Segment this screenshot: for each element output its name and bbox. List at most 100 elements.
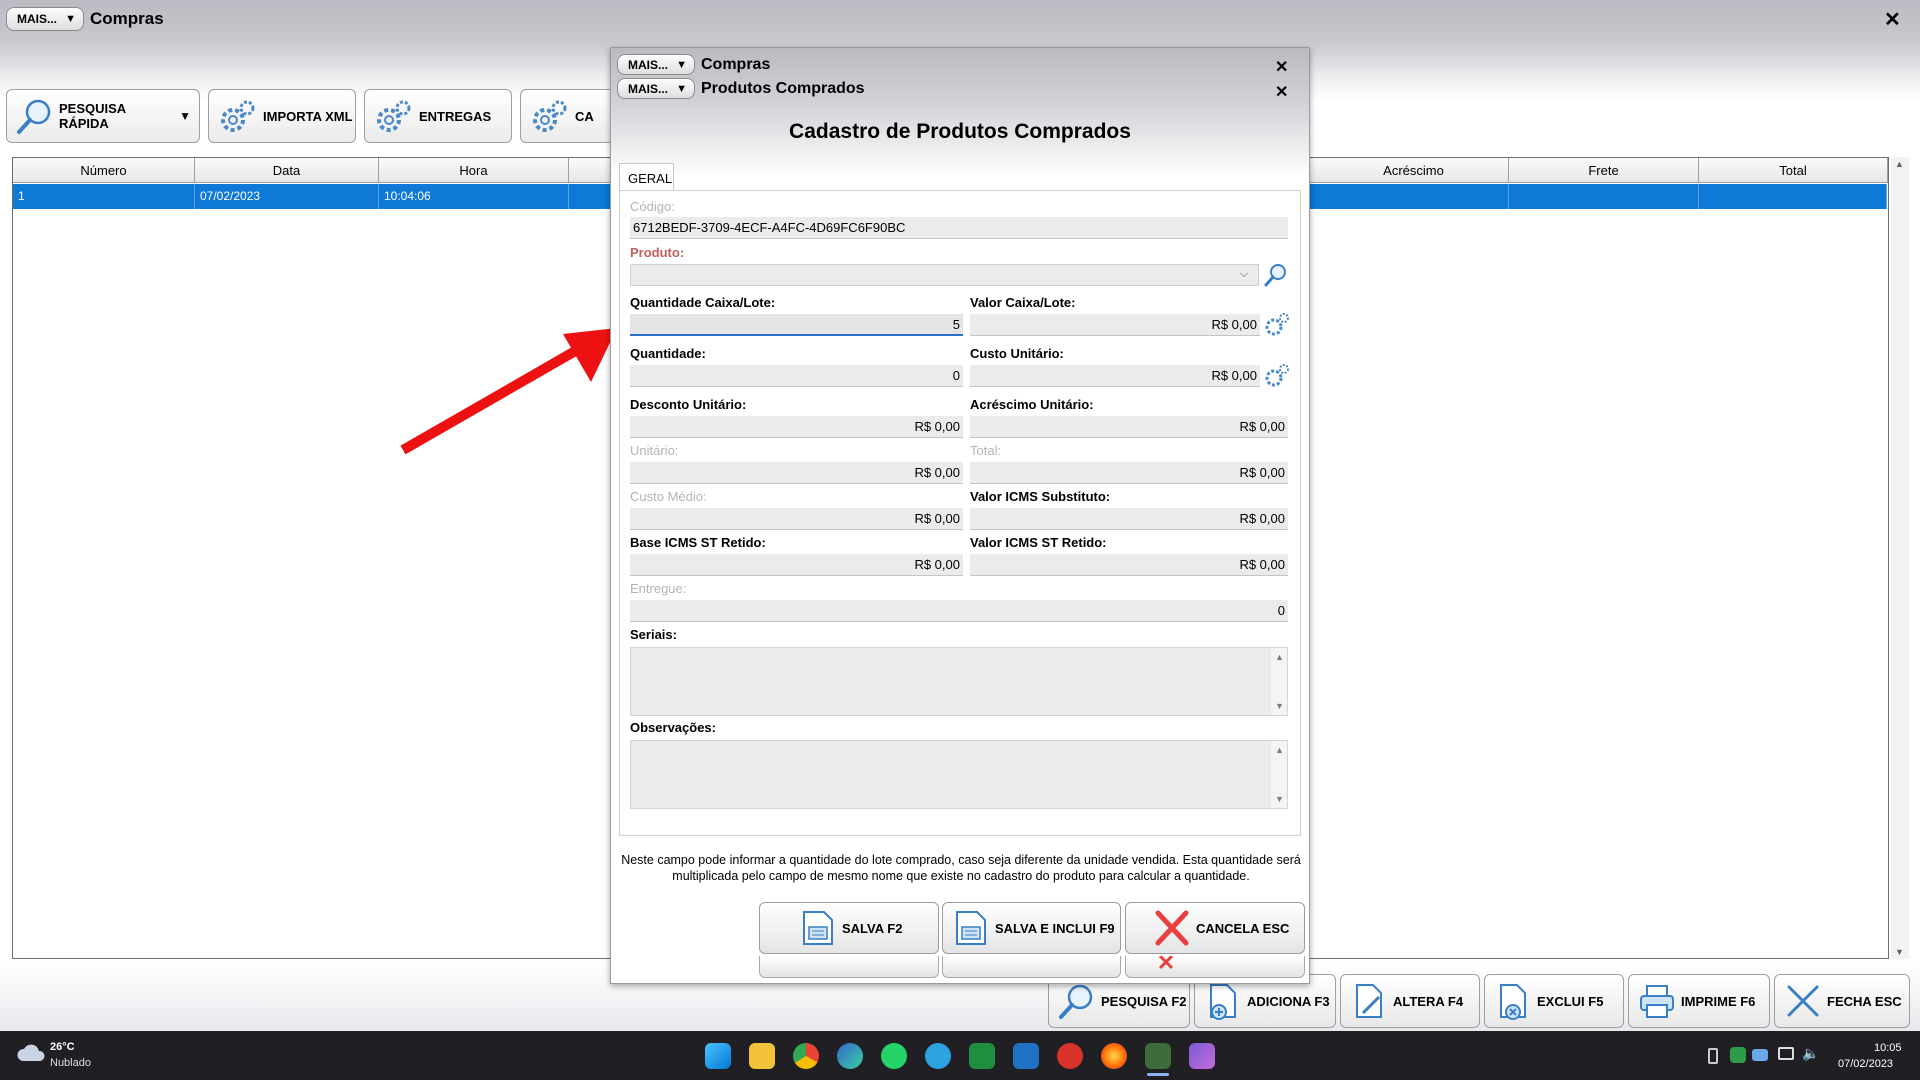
dialog-mais-dropdown[interactable]: MAIS... ▼ [617, 78, 695, 99]
valor-caixa-input[interactable]: R$ 0,00 [970, 314, 1260, 336]
main-close-icon[interactable]: ✕ [1884, 10, 1901, 30]
exclui-f5-button[interactable]: EXCLUI F5 [1484, 974, 1624, 1028]
firefox-icon[interactable] [1101, 1043, 1127, 1069]
network-icon[interactable] [1778, 1047, 1794, 1060]
salva-f2-button[interactable]: SALVA F2 [759, 902, 939, 954]
window-title: Compras [90, 9, 164, 28]
mais-label: MAIS... [628, 57, 669, 72]
whatsapp-icon[interactable] [881, 1043, 907, 1069]
custo-unitario-label: Custo Unitário: [970, 346, 1064, 361]
app-icon[interactable] [1145, 1043, 1171, 1069]
app-icon[interactable] [1057, 1043, 1083, 1069]
column-header-data[interactable]: Data [195, 158, 379, 183]
edge-icon[interactable] [837, 1043, 863, 1069]
dialog-parent-close-icon[interactable]: ✕ [1275, 57, 1288, 77]
desconto-unitario-input[interactable]: R$ 0,00 [630, 416, 963, 438]
observacoes-scrollbar[interactable]: ▲ ▼ [1271, 741, 1287, 808]
gear-icon[interactable] [1264, 362, 1290, 388]
ghost-button [942, 956, 1121, 978]
search-icon[interactable] [1264, 263, 1288, 287]
pesquisa-f2-label: PESQUISA F2 [1101, 993, 1187, 1009]
telegram-icon[interactable] [925, 1043, 951, 1069]
importa-xml-button[interactable]: IMPORTA XML [208, 89, 356, 143]
chrome-icon[interactable] [793, 1043, 819, 1069]
salva-e-inclui-f9-label: SALVA E INCLUI F9 [995, 920, 1115, 936]
acrescimo-unitario-input[interactable]: R$ 0,00 [970, 416, 1288, 438]
scroll-up-icon[interactable]: ▲ [1275, 652, 1284, 662]
partial-toolbar-button[interactable]: CA [520, 89, 620, 143]
importa-xml-label: IMPORTA XML [263, 108, 353, 124]
valor-icms-substituto-input[interactable]: R$ 0,00 [970, 508, 1288, 530]
cadastro-dialog: MAIS... ▼ Compras ✕ MAIS... ▼ Produtos C… [610, 47, 1310, 984]
custo-unitario-input[interactable]: R$ 0,00 [970, 365, 1260, 387]
codigo-field: 6712BEDF-3709-4ECF-A4FC-4D69FC6F90BC [630, 217, 1288, 239]
security-icon[interactable] [1730, 1047, 1746, 1063]
clock-date[interactable]: 07/02/2023 [1838, 1058, 1893, 1070]
delete-document-icon [1500, 984, 1526, 1020]
quantidade-input[interactable]: 0 [630, 365, 963, 387]
dialog-parent-mais-dropdown[interactable]: MAIS... ▼ [617, 54, 695, 75]
total-label: Total: [970, 443, 1002, 458]
cancela-esc-label: CANCELA ESC [1196, 920, 1290, 936]
spreadsheet-icon[interactable] [969, 1043, 995, 1069]
column-header-hora[interactable]: Hora [379, 158, 569, 183]
seriais-label: Seriais: [630, 627, 677, 642]
grid-scrollbar[interactable]: ▲ ▼ [1891, 157, 1909, 959]
cancela-esc-button[interactable]: CANCELA ESC [1125, 902, 1305, 954]
valor-icms-substituto-label: Valor ICMS Substituto: [970, 489, 1111, 504]
volume-icon[interactable]: 🔈 [1802, 1045, 1819, 1062]
total-field: R$ 0,00 [970, 462, 1288, 484]
unitario-label: Unitário: [630, 443, 679, 458]
altera-f4-button[interactable]: ALTERA F4 [1340, 974, 1480, 1028]
desconto-unitario-label: Desconto Unitário: [630, 397, 747, 412]
scroll-down-icon[interactable]: ▼ [1275, 701, 1284, 711]
codigo-label: Código: [630, 199, 675, 214]
entregas-button[interactable]: ENTREGAS [364, 89, 512, 143]
salva-e-inclui-f9-button[interactable]: SALVA E INCLUI F9 [942, 902, 1121, 954]
main-mais-dropdown[interactable]: MAIS... ▼ [6, 7, 84, 31]
salva-f2-label: SALVA F2 [842, 920, 903, 936]
gear-icon[interactable] [1264, 311, 1290, 337]
column-header-total[interactable]: Total [1699, 158, 1888, 183]
cloud-sync-icon[interactable] [1752, 1049, 1768, 1061]
produto-combobox[interactable] [630, 264, 1259, 286]
scroll-down-icon[interactable]: ▼ [1895, 947, 1904, 957]
acrescimo-unitario-label: Acréscimo Unitário: [970, 397, 1094, 412]
clock-time[interactable]: 10:05 [1874, 1042, 1902, 1054]
column-header-frete[interactable]: Frete [1509, 158, 1699, 183]
qtd-caixa-label: Quantidade Caixa/Lote: [630, 295, 776, 310]
fecha-esc-button[interactable]: FECHA ESC [1774, 974, 1910, 1028]
chevron-down-icon[interactable]: ▼ [179, 109, 191, 123]
observacoes-textarea[interactable]: ▲ ▼ [630, 740, 1288, 809]
ghost-button [1125, 956, 1305, 978]
column-header-acrescimo[interactable]: Acréscimo [1319, 158, 1509, 183]
pesquisa-rapida-button[interactable]: PESQUISA RÁPIDA ▼ [6, 89, 200, 143]
valor-caixa-label: Valor Caixa/Lote: [970, 295, 1076, 310]
app-icon[interactable] [1013, 1043, 1039, 1069]
chevron-down-icon[interactable]: ⌵ [1240, 268, 1248, 281]
app-icon[interactable] [1189, 1043, 1215, 1069]
usb-icon[interactable] [1708, 1048, 1718, 1064]
imprime-f6-button[interactable]: IMPRIME F6 [1628, 974, 1770, 1028]
dialog-parent-title: Compras [701, 56, 771, 73]
cell-hora: 10:04:06 [379, 184, 569, 209]
scroll-up-icon[interactable]: ▲ [1275, 745, 1284, 755]
seriais-textarea[interactable]: ▲ ▼ [630, 647, 1288, 716]
weather-temp[interactable]: 26°C [50, 1041, 75, 1053]
weather-desc[interactable]: Nublado [50, 1057, 91, 1069]
imprime-f6-label: IMPRIME F6 [1681, 993, 1756, 1009]
base-icms-st-input[interactable]: R$ 0,00 [630, 554, 963, 576]
gear-icon [221, 100, 255, 132]
windows-start-icon[interactable] [705, 1043, 731, 1069]
valor-icms-st-input[interactable]: R$ 0,00 [970, 554, 1288, 576]
scroll-down-icon[interactable]: ▼ [1275, 794, 1284, 804]
file-explorer-icon[interactable] [749, 1043, 775, 1069]
main-titlebar [0, 0, 1920, 40]
qtd-caixa-input[interactable]: 5 [630, 314, 963, 336]
column-header-numero[interactable]: Número [13, 158, 195, 183]
tab-geral[interactable]: GERAL [619, 163, 674, 191]
dialog-close-icon[interactable]: ✕ [1275, 82, 1288, 102]
quantidade-label: Quantidade: [630, 346, 706, 361]
seriais-scrollbar[interactable]: ▲ ▼ [1271, 648, 1287, 715]
scroll-up-icon[interactable]: ▲ [1895, 159, 1904, 169]
